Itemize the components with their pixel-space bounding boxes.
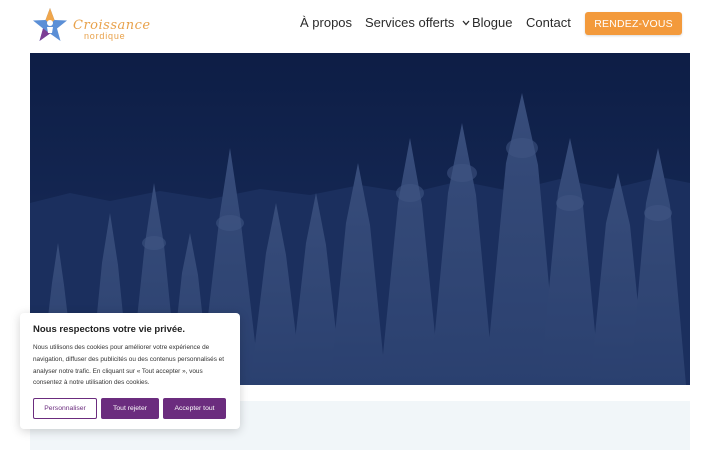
nav-item-contact[interactable]: Contact [526,15,571,30]
site-header: Croissance nordique À propos Services of… [0,0,720,52]
reject-all-button[interactable]: Tout rejeter [101,398,159,419]
chevron-down-icon [462,20,470,26]
nav-item-blog[interactable]: Blogue [472,15,512,30]
customize-button[interactable]: Personnaliser [33,398,97,419]
nav-item-services[interactable]: Services offerts [365,15,470,30]
logo[interactable]: Croissance nordique [30,6,150,46]
cookie-consent-dialog: Nous respectons votre vie privée. Nous u… [20,313,240,429]
nav-item-apropos[interactable]: À propos [300,15,352,30]
rendez-vous-button[interactable]: RENDEZ-VOUS [585,12,682,35]
cookie-title: Nous respectons votre vie privée. [33,324,186,335]
page: Croissance nordique À propos Services of… [0,0,720,450]
accept-all-button[interactable]: Accepter tout [163,398,226,419]
cookie-message: Nous utilisons des cookies pour améliore… [33,344,225,387]
star-logo-icon [33,8,67,41]
nav-item-services-label: Services offerts [365,15,455,30]
logo-subtext: nordique [84,31,126,41]
